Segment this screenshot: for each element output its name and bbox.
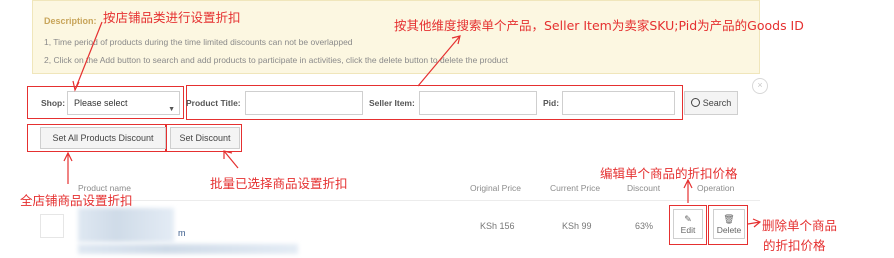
annotation-search: 按其他维度搜索单个产品，Seller Item为卖家SKU;Pid为产品的Goo… [394,18,804,33]
annotation-all-products: 全店铺商品设置折扣 [20,193,133,208]
annotation-delete-line-2: 的折扣价格 [763,238,826,253]
annotation-arrows [63,21,762,228]
annotation-shop: 按店铺品类进行设置折扣 [103,10,241,25]
annotation-selected: 批量已选择商品设置折扣 [210,176,348,191]
annotation-edit: 编辑单个商品的折扣价格 [600,166,738,181]
annotation-delete-line-1: 删除单个商品 [762,218,838,233]
